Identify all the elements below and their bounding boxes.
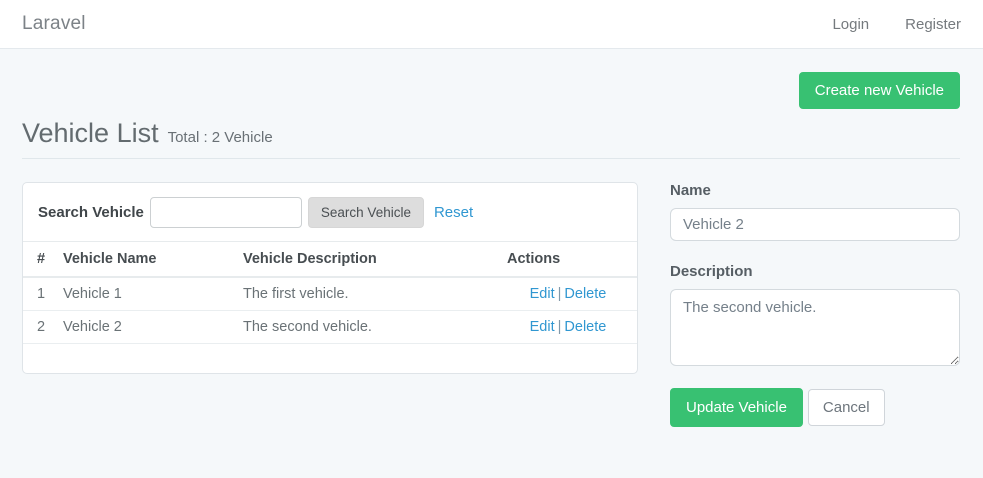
table-header-row: # Vehicle Name Vehicle Description Actio… xyxy=(23,242,637,278)
table-row: 1 Vehicle 1 The first vehicle. Edit|Dele… xyxy=(23,277,637,311)
search-input[interactable] xyxy=(150,197,302,228)
header-num: # xyxy=(23,242,55,278)
reset-link[interactable]: Reset xyxy=(434,204,473,221)
name-field[interactable] xyxy=(670,208,960,241)
row-vehicle-name: Vehicle 1 xyxy=(55,277,235,311)
field-gap xyxy=(670,241,960,263)
row-actions: Edit|Delete xyxy=(499,277,637,311)
row-num: 1 xyxy=(23,277,55,311)
header-vehicle-description: Vehicle Description xyxy=(235,242,499,278)
row-num: 2 xyxy=(23,311,55,344)
vehicle-list-card: Search Vehicle Search Vehicle Reset # Ve… xyxy=(22,182,638,374)
vehicle-edit-form: Name Description The second vehicle. Upd… xyxy=(670,182,960,427)
search-form: Search Vehicle Search Vehicle Reset xyxy=(23,183,637,241)
main-container: Create new Vehicle Vehicle List Total : … xyxy=(0,49,983,427)
login-link[interactable]: Login xyxy=(832,16,869,33)
total-count-label: Total : 2 Vehicle xyxy=(168,129,273,146)
description-field[interactable]: The second vehicle. xyxy=(670,289,960,366)
content-columns: Search Vehicle Search Vehicle Reset # Ve… xyxy=(22,182,960,427)
register-link[interactable]: Register xyxy=(905,16,961,33)
search-label: Search Vehicle xyxy=(38,204,144,221)
row-vehicle-description: The first vehicle. xyxy=(235,277,499,311)
create-new-vehicle-button[interactable]: Create new Vehicle xyxy=(799,72,960,109)
card-bottom-spacer xyxy=(23,344,637,373)
table-row: 2 Vehicle 2 The second vehicle. Edit|Del… xyxy=(23,311,637,344)
delete-link[interactable]: Delete xyxy=(564,319,606,335)
navbar-links: Login Register xyxy=(832,16,961,33)
navbar: Laravel Login Register xyxy=(0,0,983,49)
top-actions: Create new Vehicle xyxy=(22,72,960,109)
brand-link[interactable]: Laravel xyxy=(22,13,86,35)
search-button[interactable]: Search Vehicle xyxy=(308,197,424,228)
update-vehicle-button[interactable]: Update Vehicle xyxy=(670,388,803,427)
description-label: Description xyxy=(670,263,960,280)
row-vehicle-description: The second vehicle. xyxy=(235,311,499,344)
page-heading: Vehicle List Total : 2 Vehicle xyxy=(22,118,960,149)
row-vehicle-name: Vehicle 2 xyxy=(55,311,235,344)
delete-link[interactable]: Delete xyxy=(564,286,606,302)
action-separator: | xyxy=(558,319,562,335)
row-actions: Edit|Delete xyxy=(499,311,637,344)
page-title: Vehicle List xyxy=(22,118,159,149)
header-actions: Actions xyxy=(499,242,637,278)
vehicle-table: # Vehicle Name Vehicle Description Actio… xyxy=(23,241,637,344)
header-vehicle-name: Vehicle Name xyxy=(55,242,235,278)
heading-divider xyxy=(22,158,960,159)
cancel-button[interactable]: Cancel xyxy=(808,389,885,426)
name-label: Name xyxy=(670,182,960,199)
form-buttons: Update Vehicle Cancel xyxy=(670,388,960,427)
edit-link[interactable]: Edit xyxy=(530,286,555,302)
action-separator: | xyxy=(558,286,562,302)
edit-link[interactable]: Edit xyxy=(530,319,555,335)
